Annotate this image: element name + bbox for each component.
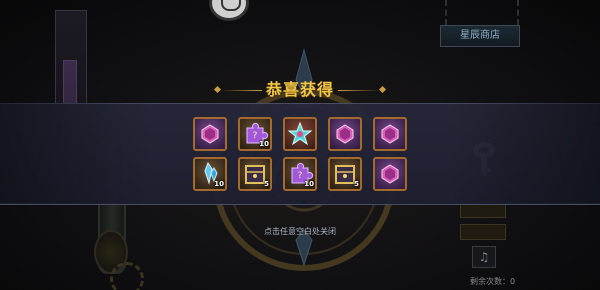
reward-slot[interactable]: 5 (328, 157, 362, 191)
reward-quantity: 10 (259, 140, 269, 148)
side-button-2[interactable] (460, 224, 506, 240)
banner-fade-left (0, 103, 150, 203)
reward-slot[interactable] (328, 117, 362, 151)
reward-slot[interactable] (193, 117, 227, 151)
title-divider-right (338, 90, 380, 91)
banner-fade-right (450, 103, 600, 203)
remaining-count-label: 剩余次数：0 (470, 277, 516, 286)
reward-slot[interactable]: 5 (238, 157, 272, 191)
svg-text:?: ? (253, 131, 258, 141)
popup-title-group: 恭喜获得 (205, 80, 395, 102)
bell-icon[interactable] (212, 0, 246, 18)
reward-slot[interactable]: ? 10 (238, 117, 272, 151)
close-hint-text[interactable]: 点击任意空白处关闭 (240, 226, 360, 237)
chain-decoration (445, 0, 519, 25)
svg-text:?: ? (298, 171, 303, 181)
blue-star-icon (287, 121, 313, 146)
purple-gem-icon (381, 124, 399, 144)
star-shop-button[interactable]: 星辰商店 (440, 25, 520, 47)
music-note-icon[interactable]: ♫ (472, 246, 496, 268)
purple-gem-icon (381, 164, 399, 184)
gear-icon (110, 262, 144, 290)
reward-slot[interactable] (373, 157, 407, 191)
reward-quantity: 10 (214, 180, 224, 188)
game-screen: ★ 星辰商店 ♫ 剩余次数：0 恭喜获得 (0, 0, 600, 290)
reward-quantity: 5 (354, 180, 359, 188)
reward-slot[interactable]: 10 (193, 157, 227, 191)
reward-quantity: 10 (304, 180, 314, 188)
purple-gem-icon (201, 124, 219, 144)
reward-slot[interactable] (373, 117, 407, 151)
reward-slot[interactable]: ? 10 (283, 157, 317, 191)
purple-gem-icon (336, 124, 354, 144)
reward-quantity: 5 (264, 180, 269, 188)
reward-slot[interactable] (283, 117, 317, 151)
